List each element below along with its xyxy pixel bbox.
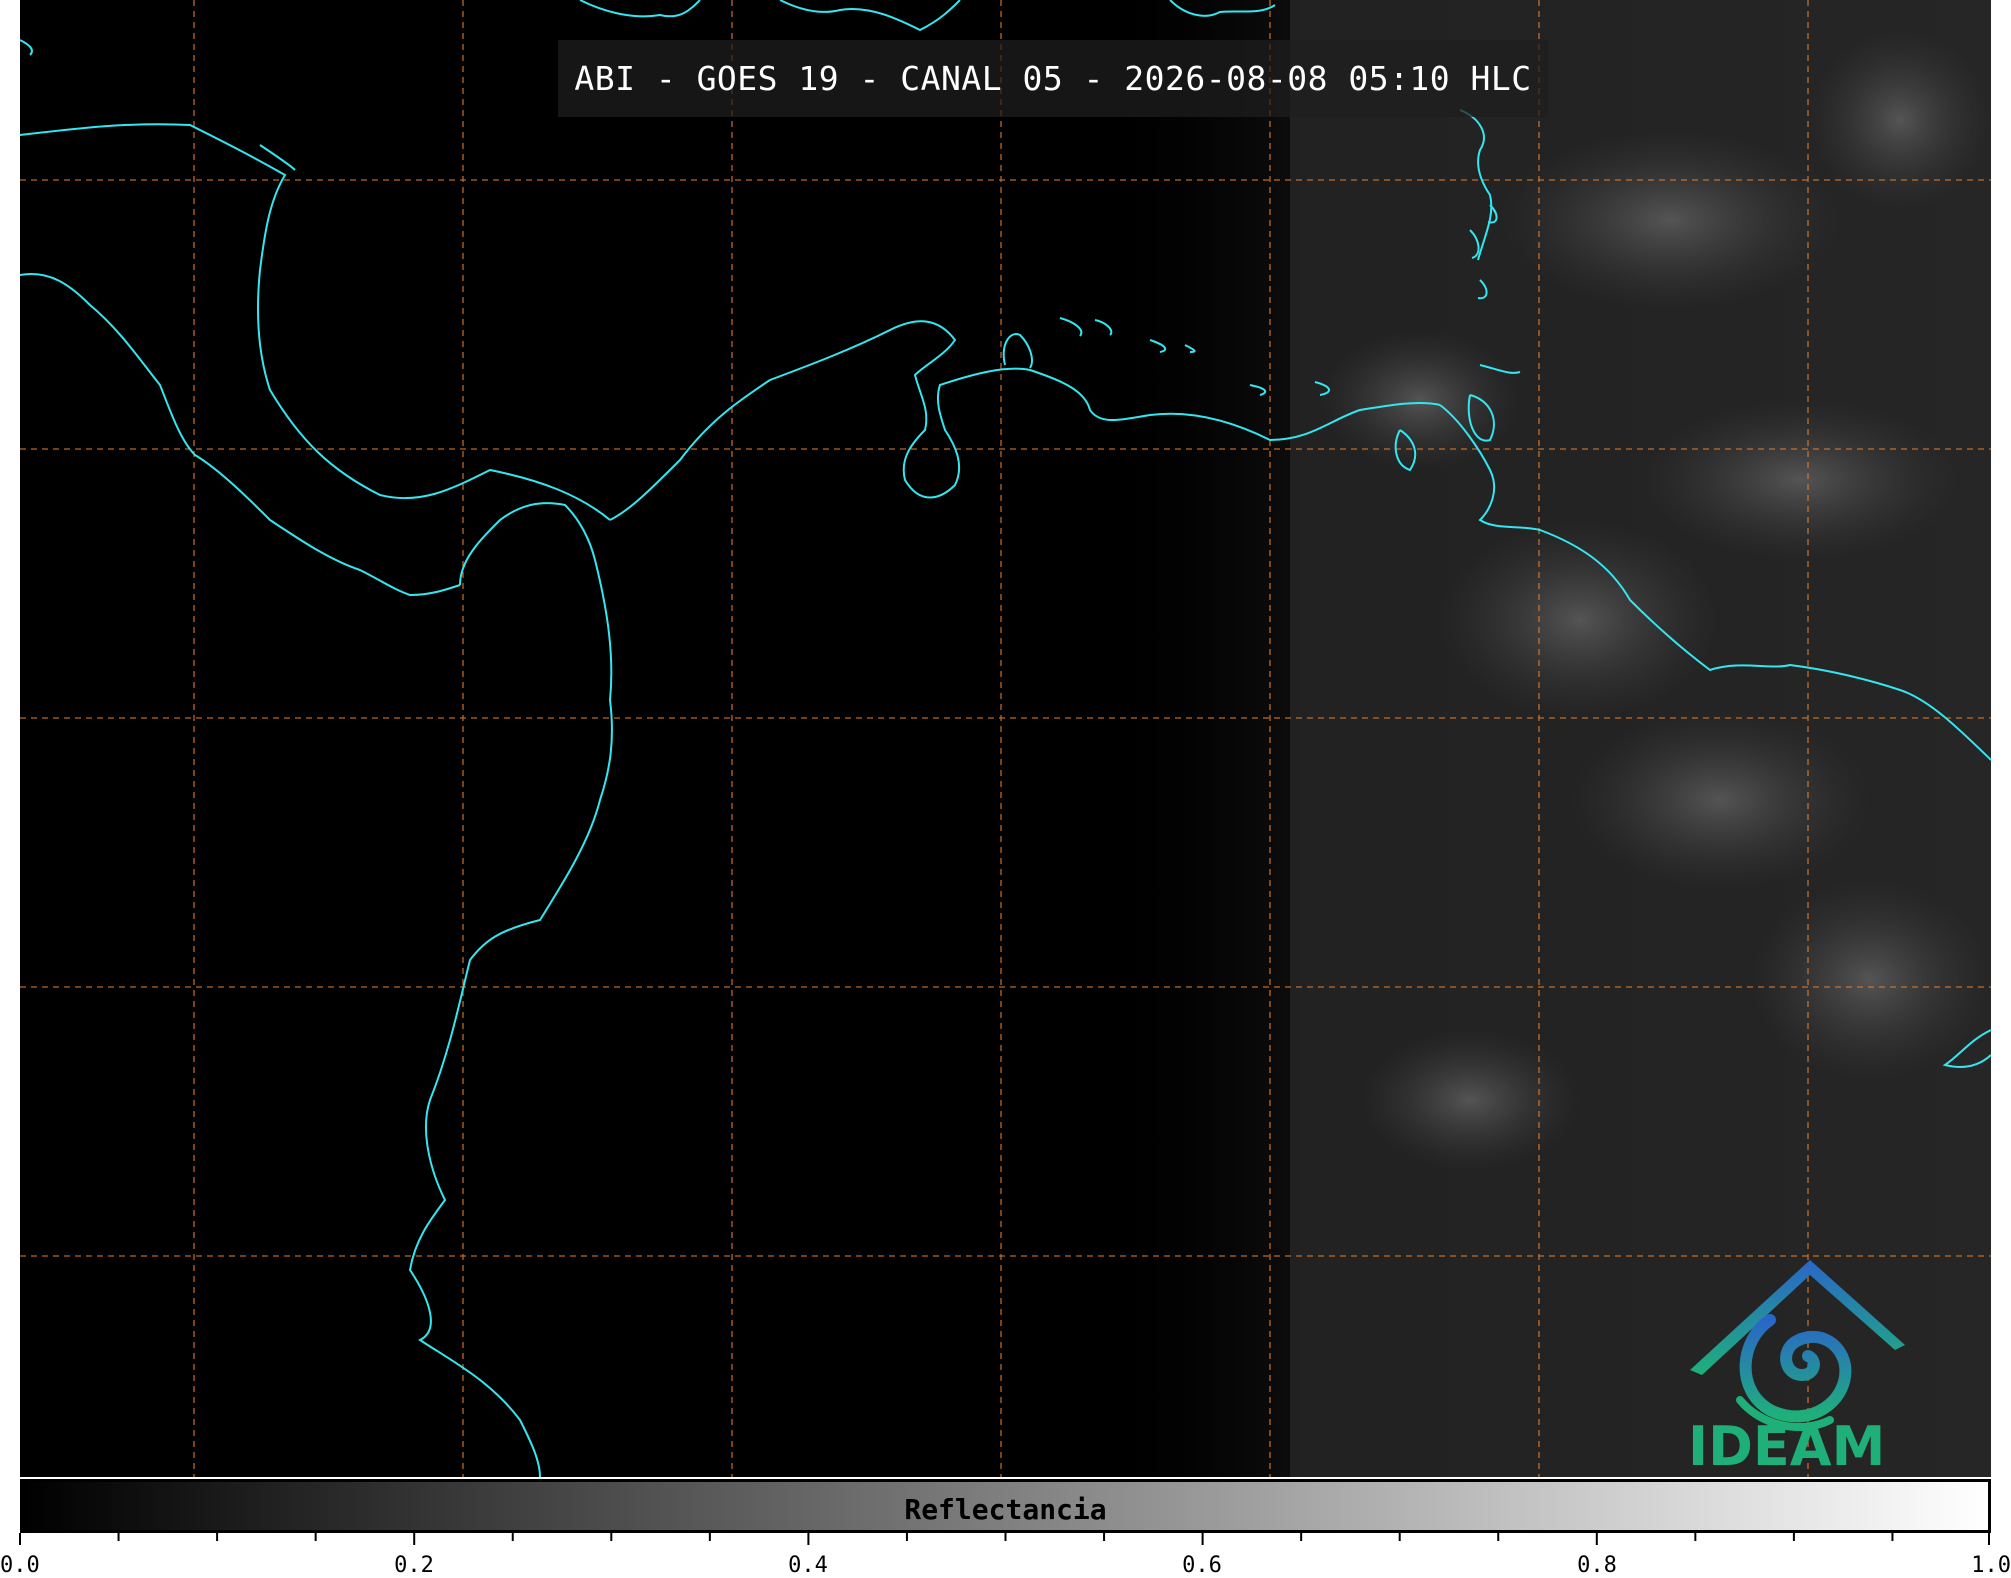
satellite-map[interactable]: ABI - GOES 19 - CANAL 05 - 2026-08-08 05… (20, 0, 1991, 1477)
logo-wordmark: IDEAM (1688, 1415, 1886, 1477)
colorbar-tick-label: 0.6 (1182, 1553, 1222, 1578)
colorbar-ticks: 0.0 0.2 0.4 0.6 0.8 1.0 (0, 1533, 2011, 1578)
colorbar: Reflectancia (20, 1479, 1991, 1533)
colorbar-tick-label: 0.0 (0, 1553, 40, 1578)
colorbar-tick-label: 0.4 (788, 1553, 828, 1578)
map-title: ABI - GOES 19 - CANAL 05 - 2026-08-08 05… (558, 40, 1548, 117)
colorbar-tick-label: 0.8 (1577, 1553, 1617, 1578)
colorbar-label: Reflectancia (904, 1493, 1107, 1526)
colorbar-tick-label: 0.2 (394, 1553, 434, 1578)
colorbar-tick-marks (19, 1533, 1990, 1545)
colorbar-tick-label: 1.0 (1971, 1553, 2011, 1578)
